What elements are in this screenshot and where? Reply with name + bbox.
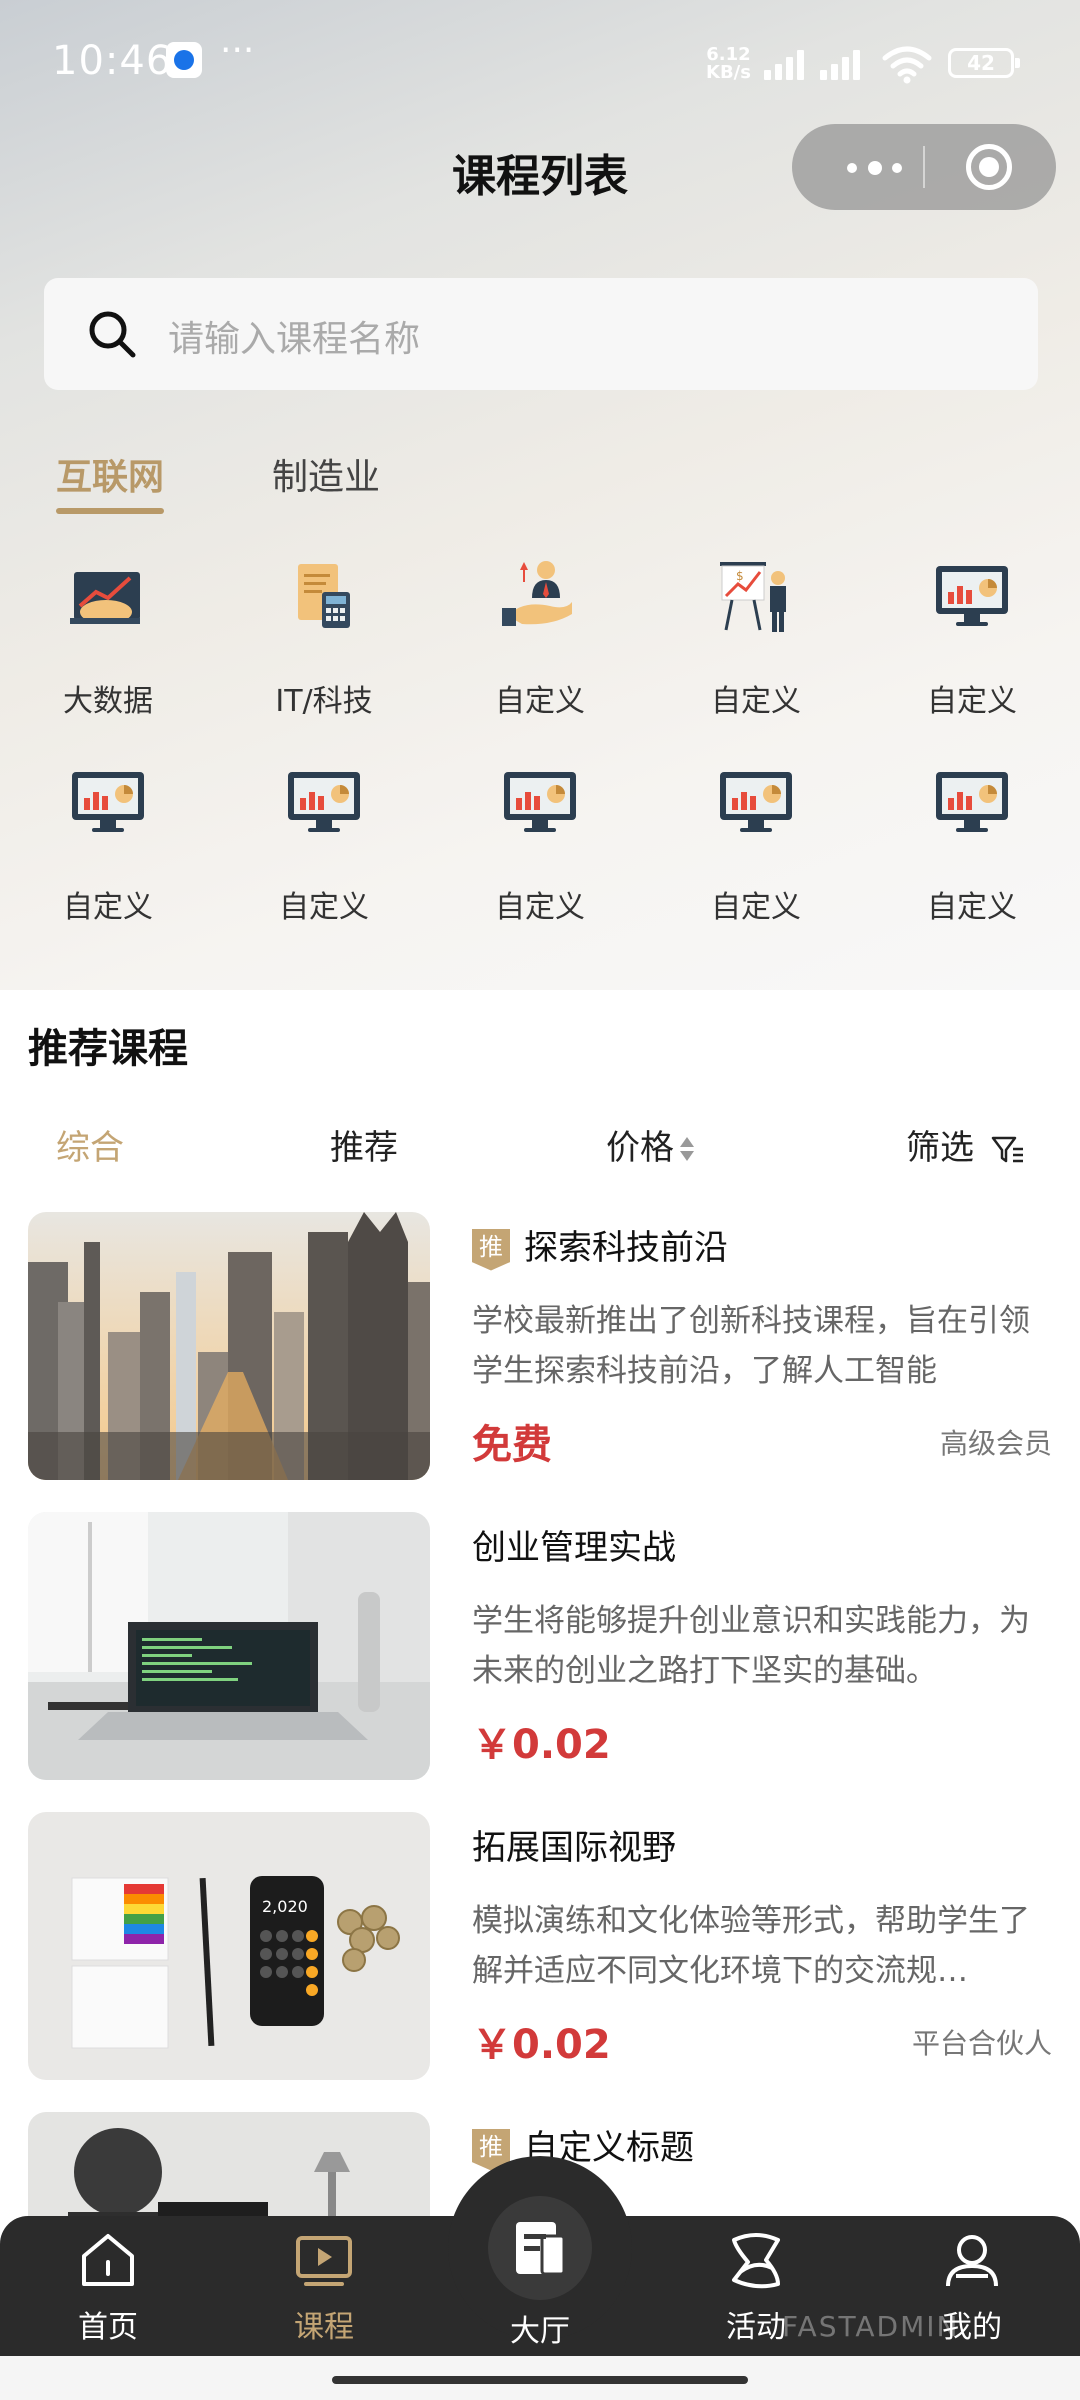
hall-button-bg — [488, 2196, 592, 2300]
network-speed: 6.12 KB/s — [706, 46, 751, 82]
battery-icon: 42 — [948, 48, 1020, 78]
course-price: ￥0.02 — [472, 1722, 611, 1768]
course-title: 推探索科技前沿 — [472, 1220, 728, 1271]
sort-price[interactable]: 价格 — [606, 1120, 694, 1169]
home-indicator[interactable] — [332, 2376, 748, 2384]
course-thumbnail-calculator: 2,020 — [28, 1812, 430, 2080]
course-price: 免费 — [472, 1422, 552, 1468]
filter-label: 筛选 — [906, 1128, 974, 1168]
network-speed-unit: KB/s — [706, 62, 751, 83]
tab-courses[interactable]: 课程 — [216, 2216, 432, 2356]
search-input[interactable]: 请输入课程名称 — [168, 310, 420, 362]
miniprogram-capsule — [792, 124, 1056, 210]
sort-arrows-icon — [680, 1135, 694, 1165]
course-description: 学校最新推出了创新科技课程，旨在引领学生探索科技前沿，了解人工智能 — [472, 1303, 1030, 1389]
sort-comprehensive[interactable]: 综合 — [56, 1120, 124, 1169]
svg-text:$: $ — [736, 569, 744, 583]
filter-button[interactable]: 筛选 — [906, 1120, 1025, 1169]
course-title-text: 创业管理实战 — [472, 1528, 676, 1568]
document-icon — [516, 2222, 566, 2276]
home-icon — [82, 2234, 134, 2286]
category-item[interactable]: 大数据 — [0, 556, 216, 719]
category-item[interactable]: 自定义 — [864, 556, 1080, 719]
course-title-text: 拓展国际视野 — [472, 1828, 676, 1868]
monitor-chart-icon — [936, 566, 1008, 626]
monitor-chart-icon — [288, 772, 360, 832]
category-item[interactable]: 自定义 — [648, 762, 864, 925]
filter-icon — [991, 1136, 1023, 1162]
recommend-badge-icon: 推 — [472, 1228, 510, 1271]
sort-recommended[interactable]: 推荐 — [330, 1120, 398, 1169]
tab-manufacturing[interactable]: 制造业 — [272, 448, 380, 500]
handshake-chart-icon — [70, 572, 140, 624]
category-label: 自定义 — [711, 890, 801, 925]
category-item[interactable]: 自定义 — [432, 556, 648, 719]
course-title: 拓展国际视野 — [472, 1820, 676, 1869]
category-label: 自定义 — [927, 684, 1017, 719]
status-bar: 10:46 ··· 6.12 KB/s 42 — [0, 0, 1080, 120]
course-card[interactable]: 推探索科技前沿 学校最新推出了创新科技课程，旨在引领学生探索科技前沿，了解人工智… — [28, 1212, 1052, 1480]
category-item[interactable]: 自定义 — [0, 762, 216, 925]
svg-text:2,020: 2,020 — [262, 1897, 308, 1916]
tab-hall-label: 大厅 — [510, 2314, 570, 2349]
monitor-chart-icon — [720, 772, 792, 832]
course-card[interactable]: 2,020 拓展国际视野 模拟演练和文化体验等形式，帮助学生了解并适应不同文化环… — [28, 1812, 1052, 2080]
close-miniprogram-icon[interactable] — [966, 144, 1012, 190]
signal-icon — [764, 44, 816, 80]
category-label: 自定义 — [711, 684, 801, 719]
category-item[interactable]: 自定义 — [864, 762, 1080, 925]
app-notification-icon — [166, 42, 202, 78]
activity-icon — [732, 2233, 780, 2289]
category-label: 自定义 — [63, 890, 153, 925]
category-item[interactable]: $ 自定义 — [648, 556, 864, 719]
search-bar[interactable]: 请输入课程名称 — [44, 278, 1038, 390]
course-thumbnail-city — [28, 1212, 430, 1480]
video-play-icon — [296, 2236, 352, 2286]
section-title: 推荐课程 — [28, 1016, 188, 1074]
course-card[interactable]: 创业管理实战 学生将能够提升创业意识和实践能力，为未来的创业之路打下坚实的基础。… — [28, 1512, 1052, 1780]
wifi-icon — [882, 46, 932, 84]
user-icon — [946, 2235, 998, 2287]
fastadmin-watermark: FASTADMIN — [782, 2310, 960, 2343]
signal-icon-2 — [820, 44, 872, 80]
category-label: 自定义 — [495, 684, 585, 719]
presentation-board-icon: $ — [720, 562, 786, 632]
category-label: IT/科技 — [275, 684, 373, 719]
calculator-document-icon — [298, 564, 350, 628]
tab-courses-label: 课程 — [294, 2310, 354, 2345]
tab-home-label: 首页 — [78, 2310, 138, 2345]
course-title: 创业管理实战 — [472, 1520, 676, 1569]
course-description: 学生将能够提升创业意识和实践能力，为未来的创业之路打下坚实的基础。 — [472, 1603, 1030, 1689]
course-description: 模拟演练和文化体验等形式，帮助学生了解并适应不同文化环境下的交流规… — [472, 1903, 1030, 1989]
monitor-chart-icon — [936, 772, 1008, 832]
more-notifications-icon: ··· — [220, 30, 255, 71]
monitor-chart-icon — [504, 772, 576, 832]
course-thumbnail-laptop — [28, 1512, 430, 1780]
course-level: 高级会员 — [939, 1427, 1052, 1460]
course-title-text: 探索科技前沿 — [524, 1228, 728, 1268]
category-label: 自定义 — [495, 890, 585, 925]
tab-home[interactable]: 首页 — [0, 2216, 216, 2356]
status-time: 10:46 — [52, 38, 173, 84]
category-item[interactable]: IT/科技 — [216, 556, 432, 719]
category-label: 大数据 — [63, 684, 153, 719]
category-item[interactable]: 自定义 — [432, 762, 648, 925]
sort-price-label: 价格 — [606, 1128, 674, 1168]
tab-internet[interactable]: 互联网 — [56, 448, 165, 514]
course-price: ￥0.02 — [472, 2022, 611, 2068]
search-icon — [89, 311, 136, 358]
category-label: 自定义 — [279, 890, 369, 925]
category-label: 自定义 — [927, 890, 1017, 925]
capsule-divider — [923, 146, 925, 188]
businessman-hand-icon — [502, 561, 572, 626]
course-level: 平台合伙人 — [911, 2027, 1052, 2060]
more-menu-icon[interactable] — [832, 124, 932, 210]
monitor-chart-icon — [72, 772, 144, 832]
category-item[interactable]: 自定义 — [216, 762, 432, 925]
